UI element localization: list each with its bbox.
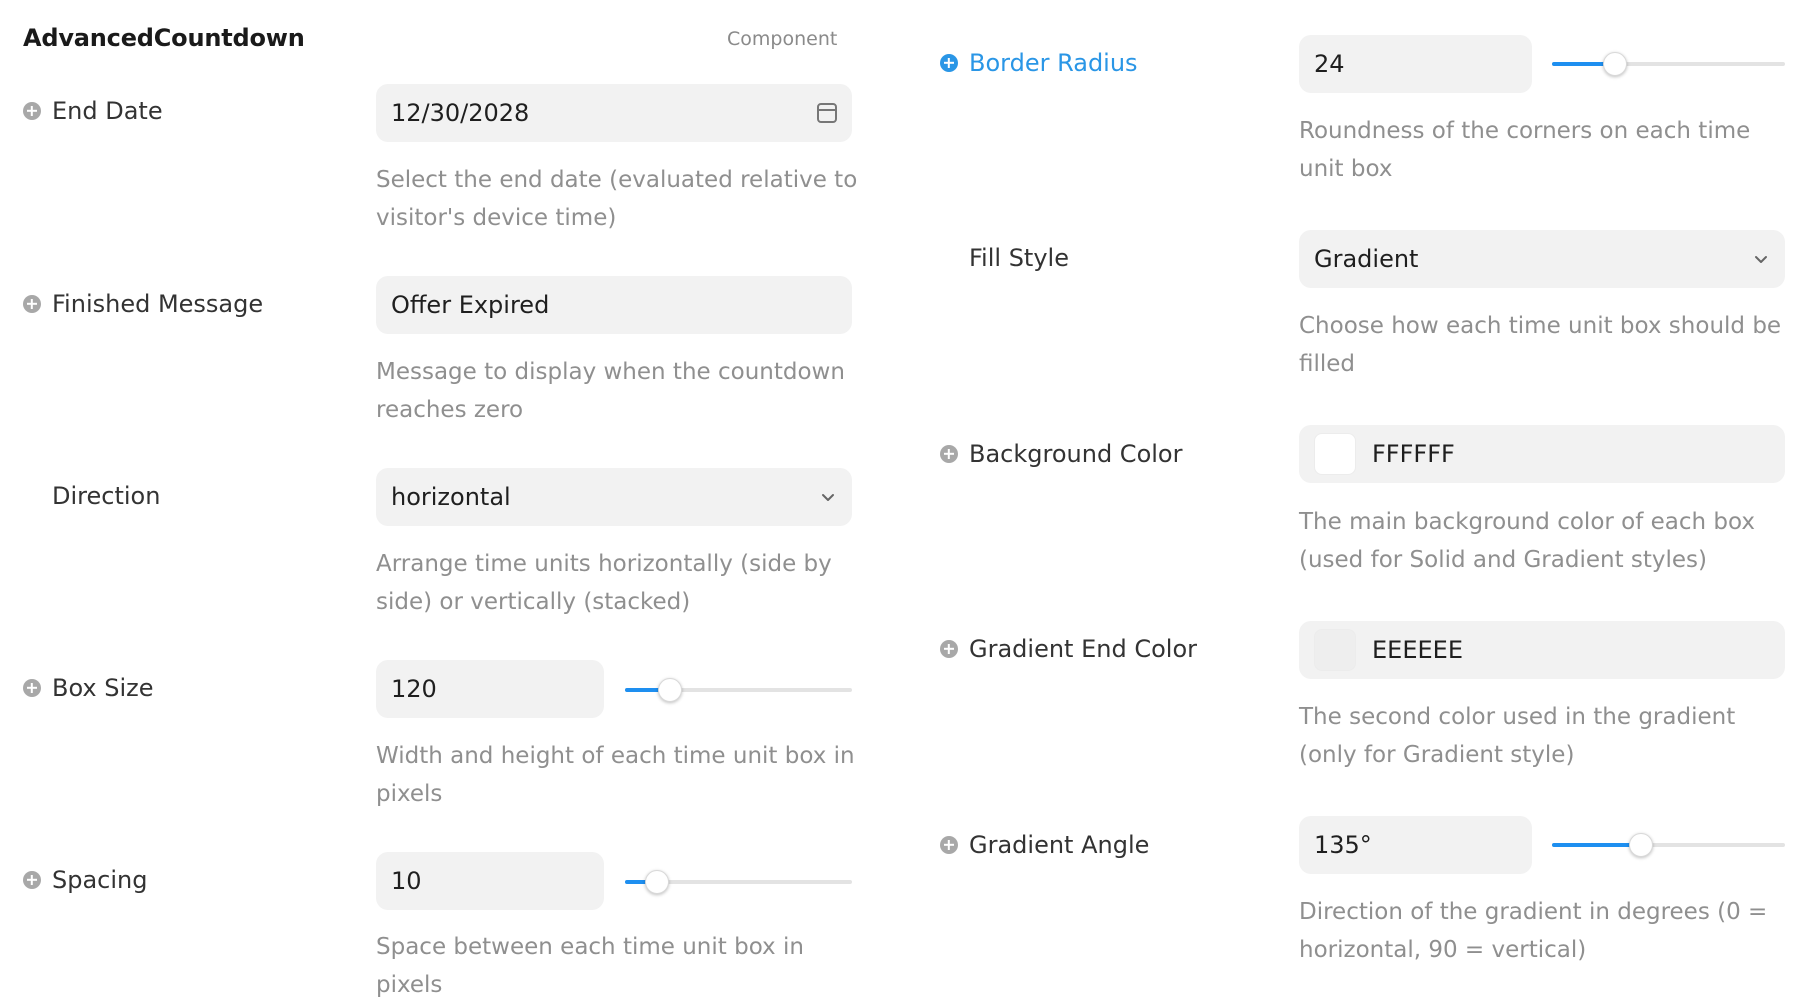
component-tag: Component xyxy=(727,28,838,50)
fill-style-label-text: Fill Style xyxy=(969,244,1069,272)
spacing-help-line: Space between each time unit box in xyxy=(376,934,804,960)
border-radius-slider[interactable] xyxy=(1552,52,1785,76)
border-radius-label[interactable]: Border Radius xyxy=(940,49,1138,77)
background-color-label[interactable]: Background Color xyxy=(940,440,1182,468)
box-size-help-line: pixels xyxy=(376,781,443,807)
end-date-help-line: visitor's device time) xyxy=(376,205,617,231)
fill-style-value: Gradient xyxy=(1314,245,1419,273)
background-color-value: FFFFFF xyxy=(1372,440,1455,468)
border-radius-value: 24 xyxy=(1314,50,1345,78)
gradient-angle-label[interactable]: Gradient Angle xyxy=(940,831,1149,859)
fill-style-help-line: Choose how each time unit box should be xyxy=(1299,313,1782,339)
add-binding-icon[interactable] xyxy=(23,102,41,120)
fill-style-help: Choose how each time unit box should be … xyxy=(1299,307,1781,383)
border-radius-input[interactable]: 24 xyxy=(1299,35,1532,93)
box-size-value: 120 xyxy=(391,675,437,703)
slider-thumb[interactable] xyxy=(644,870,669,894)
spacing-help-line: pixels xyxy=(376,972,443,998)
gradient-angle-label-text: Gradient Angle xyxy=(969,831,1150,859)
box-size-slider[interactable] xyxy=(625,678,852,702)
gradient-end-color-label[interactable]: Gradient End Color xyxy=(940,635,1197,663)
add-binding-icon[interactable] xyxy=(940,54,958,72)
gradient-angle-value: 135° xyxy=(1314,831,1372,859)
box-size-help-line: Width and height of each time unit box i… xyxy=(376,743,855,769)
finished-message-help-line: Message to display when the countdown xyxy=(376,359,845,385)
gradient-end-color-value: EEEEEE xyxy=(1372,636,1463,664)
end-date-label-text: End Date xyxy=(52,97,163,125)
gradient-angle-help: Direction of the gradient in degrees (0 … xyxy=(1299,893,1767,969)
spacing-help: Space between each time unit box in pixe… xyxy=(376,928,804,1004)
direction-help: Arrange time units horizontally (side by… xyxy=(376,545,832,621)
finished-message-label-text: Finished Message xyxy=(52,290,264,318)
slider-thumb[interactable] xyxy=(1602,52,1627,76)
gradient-angle-input[interactable]: 135° xyxy=(1299,816,1532,874)
add-binding-icon[interactable] xyxy=(23,871,41,889)
add-binding-icon[interactable] xyxy=(940,445,958,463)
border-radius-help-line: unit box xyxy=(1299,156,1393,182)
direction-label-text: Direction xyxy=(52,482,161,510)
end-date-input[interactable]: 12/30/2028 xyxy=(376,84,852,142)
direction-label: Direction xyxy=(23,482,160,510)
add-binding-icon[interactable] xyxy=(23,295,41,313)
end-date-value: 12/30/2028 xyxy=(391,99,530,127)
gradient-angle-help-line: Direction of the gradient in degrees (0 … xyxy=(1299,899,1768,925)
chevron-down-icon[interactable] xyxy=(819,488,837,506)
box-size-help: Width and height of each time unit box i… xyxy=(376,737,855,813)
gradient-angle-help-line: horizontal, 90 = vertical) xyxy=(1299,937,1587,963)
direction-help-line: side) or vertically (stacked) xyxy=(376,589,691,615)
slider-thumb[interactable] xyxy=(658,678,683,702)
color-swatch[interactable] xyxy=(1314,629,1356,671)
direction-help-line: Arrange time units horizontally (side by xyxy=(376,551,832,577)
component-title: AdvancedCountdown xyxy=(23,24,305,52)
finished-message-input[interactable]: Offer Expired xyxy=(376,276,852,334)
direction-value: horizontal xyxy=(391,483,511,511)
end-date-help-line: Select the end date (evaluated relative … xyxy=(376,167,858,193)
add-binding-icon[interactable] xyxy=(940,836,958,854)
gradient-end-color-help: The second color used in the gradient (o… xyxy=(1299,698,1735,774)
box-size-label-text: Box Size xyxy=(52,674,154,702)
gradient-end-color-label-text: Gradient End Color xyxy=(969,635,1197,663)
gradient-angle-slider[interactable] xyxy=(1552,833,1785,857)
border-radius-label-text: Border Radius xyxy=(969,49,1138,77)
calendar-icon[interactable] xyxy=(817,103,837,123)
spacing-input[interactable]: 10 xyxy=(376,852,604,910)
background-color-help-line: (used for Solid and Gradient styles) xyxy=(1299,547,1708,573)
finished-message-help: Message to display when the countdown re… xyxy=(376,353,845,429)
end-date-help: Select the end date (evaluated relative … xyxy=(376,161,857,237)
spacing-slider[interactable] xyxy=(625,870,852,894)
gradient-end-color-help-line: (only for Gradient style) xyxy=(1299,742,1575,768)
spacing-label-text: Spacing xyxy=(52,866,148,894)
fill-style-help-line: filled xyxy=(1299,351,1356,377)
slider-thumb[interactable] xyxy=(1628,833,1653,857)
background-color-input[interactable]: FFFFFF xyxy=(1299,425,1785,483)
finished-message-help-line: reaches zero xyxy=(376,397,524,423)
end-date-label[interactable]: End Date xyxy=(23,97,163,125)
gradient-end-color-input[interactable]: EEEEEE xyxy=(1299,621,1785,679)
background-color-label-text: Background Color xyxy=(969,440,1183,468)
color-swatch[interactable] xyxy=(1314,433,1356,475)
fill-style-select[interactable]: Gradient xyxy=(1299,230,1785,288)
add-binding-icon[interactable] xyxy=(23,679,41,697)
direction-select[interactable]: horizontal xyxy=(376,468,852,526)
slider-fill xyxy=(1552,843,1641,847)
finished-message-value: Offer Expired xyxy=(391,291,550,319)
finished-message-label[interactable]: Finished Message xyxy=(23,290,263,318)
border-radius-help: Roundness of the corners on each time un… xyxy=(1299,112,1750,188)
fill-style-label: Fill Style xyxy=(940,244,1069,272)
gradient-end-color-help-line: The second color used in the gradient xyxy=(1299,704,1736,730)
spacing-label[interactable]: Spacing xyxy=(23,866,147,894)
add-binding-icon[interactable] xyxy=(940,640,958,658)
background-color-help: The main background color of each box (u… xyxy=(1299,503,1755,579)
spacing-value: 10 xyxy=(391,867,422,895)
border-radius-help-line: Roundness of the corners on each time xyxy=(1299,118,1751,144)
box-size-input[interactable]: 120 xyxy=(376,660,604,718)
background-color-help-line: The main background color of each box xyxy=(1299,509,1755,535)
box-size-label[interactable]: Box Size xyxy=(23,674,154,702)
chevron-down-icon[interactable] xyxy=(1752,250,1770,268)
